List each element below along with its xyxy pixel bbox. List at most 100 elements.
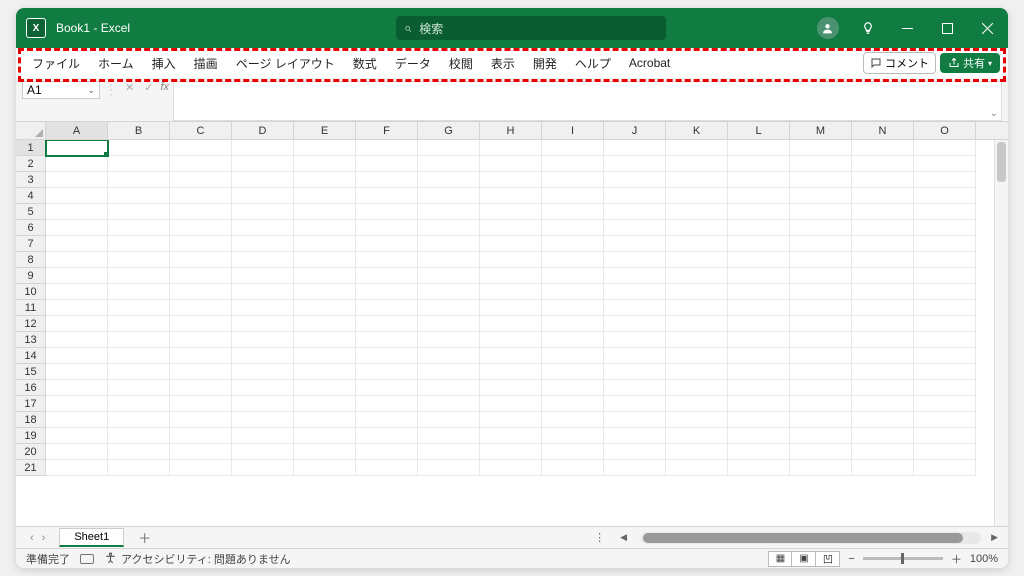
cell[interactable] <box>604 348 666 364</box>
row-header[interactable]: 21 <box>16 460 46 476</box>
cell[interactable] <box>46 396 108 412</box>
cell[interactable] <box>852 380 914 396</box>
cell[interactable] <box>356 140 418 156</box>
cell[interactable] <box>108 396 170 412</box>
row-header[interactable]: 1 <box>16 140 46 156</box>
cell[interactable] <box>914 220 976 236</box>
cell[interactable] <box>356 156 418 172</box>
cell[interactable] <box>666 140 728 156</box>
macro-record-icon[interactable] <box>80 554 94 564</box>
cell[interactable] <box>604 140 666 156</box>
cell[interactable] <box>46 284 108 300</box>
cell[interactable] <box>480 220 542 236</box>
cell[interactable] <box>542 348 604 364</box>
cell[interactable] <box>728 300 790 316</box>
cell[interactable] <box>356 444 418 460</box>
cell[interactable] <box>728 316 790 332</box>
cell[interactable] <box>46 316 108 332</box>
cell[interactable] <box>232 252 294 268</box>
cell[interactable] <box>852 412 914 428</box>
column-header[interactable]: E <box>294 122 356 139</box>
cell[interactable] <box>728 332 790 348</box>
cell[interactable] <box>170 172 232 188</box>
column-header[interactable]: N <box>852 122 914 139</box>
cell[interactable] <box>232 188 294 204</box>
cell[interactable] <box>46 348 108 364</box>
cell[interactable] <box>46 188 108 204</box>
cell[interactable] <box>108 252 170 268</box>
cell[interactable] <box>728 172 790 188</box>
cell[interactable] <box>294 204 356 220</box>
tab-developer[interactable]: 開発 <box>525 51 565 76</box>
row-header[interactable]: 3 <box>16 172 46 188</box>
cell[interactable] <box>480 348 542 364</box>
cell[interactable] <box>232 140 294 156</box>
cell[interactable] <box>46 332 108 348</box>
cell[interactable] <box>170 268 232 284</box>
cell[interactable] <box>666 252 728 268</box>
cell[interactable] <box>170 348 232 364</box>
share-button[interactable]: 共有 ▾ <box>940 53 1000 73</box>
tab-file[interactable]: ファイル <box>24 51 88 76</box>
cell[interactable] <box>294 236 356 252</box>
cell[interactable] <box>294 412 356 428</box>
column-header[interactable]: I <box>542 122 604 139</box>
cell[interactable] <box>418 364 480 380</box>
cell[interactable] <box>852 252 914 268</box>
cell[interactable] <box>604 444 666 460</box>
cell[interactable] <box>108 348 170 364</box>
cell[interactable] <box>666 268 728 284</box>
row-header[interactable]: 15 <box>16 364 46 380</box>
cell[interactable] <box>604 460 666 476</box>
cell[interactable] <box>356 220 418 236</box>
cell[interactable] <box>542 316 604 332</box>
cell[interactable] <box>232 332 294 348</box>
zoom-in-button[interactable]: ＋ <box>951 551 962 567</box>
cell[interactable] <box>604 380 666 396</box>
row-header[interactable]: 6 <box>16 220 46 236</box>
row-header[interactable]: 8 <box>16 252 46 268</box>
cell[interactable] <box>480 204 542 220</box>
cell[interactable] <box>170 460 232 476</box>
cell[interactable] <box>170 220 232 236</box>
cell[interactable] <box>604 396 666 412</box>
cell[interactable] <box>914 204 976 220</box>
cell[interactable] <box>790 188 852 204</box>
cell[interactable] <box>170 316 232 332</box>
row-header[interactable]: 17 <box>16 396 46 412</box>
cell[interactable] <box>356 460 418 476</box>
cell[interactable] <box>914 140 976 156</box>
cell[interactable] <box>790 284 852 300</box>
cell[interactable] <box>914 380 976 396</box>
cell[interactable] <box>170 428 232 444</box>
cell[interactable] <box>790 460 852 476</box>
cell[interactable] <box>914 284 976 300</box>
cell[interactable] <box>356 188 418 204</box>
cell[interactable] <box>356 236 418 252</box>
cell[interactable] <box>294 188 356 204</box>
cell[interactable] <box>108 428 170 444</box>
close-button[interactable] <box>968 8 1008 48</box>
cell[interactable] <box>852 348 914 364</box>
view-pagelayout-button[interactable]: ▣ <box>792 551 816 567</box>
cell[interactable] <box>728 348 790 364</box>
cell[interactable] <box>170 380 232 396</box>
cell[interactable] <box>480 188 542 204</box>
cell[interactable] <box>170 396 232 412</box>
view-pagebreak-button[interactable]: 凹 <box>816 551 840 567</box>
row-header[interactable]: 2 <box>16 156 46 172</box>
column-header[interactable]: O <box>914 122 976 139</box>
cell[interactable] <box>232 220 294 236</box>
cell[interactable] <box>852 300 914 316</box>
cell[interactable] <box>232 444 294 460</box>
cell[interactable] <box>666 300 728 316</box>
cell[interactable] <box>108 204 170 220</box>
cell[interactable] <box>418 204 480 220</box>
cell[interactable] <box>604 332 666 348</box>
cell[interactable] <box>108 316 170 332</box>
cell[interactable] <box>108 236 170 252</box>
cell[interactable] <box>232 236 294 252</box>
tab-home[interactable]: ホーム <box>90 51 142 76</box>
zoom-out-button[interactable]: − <box>848 553 854 565</box>
cell[interactable] <box>666 364 728 380</box>
